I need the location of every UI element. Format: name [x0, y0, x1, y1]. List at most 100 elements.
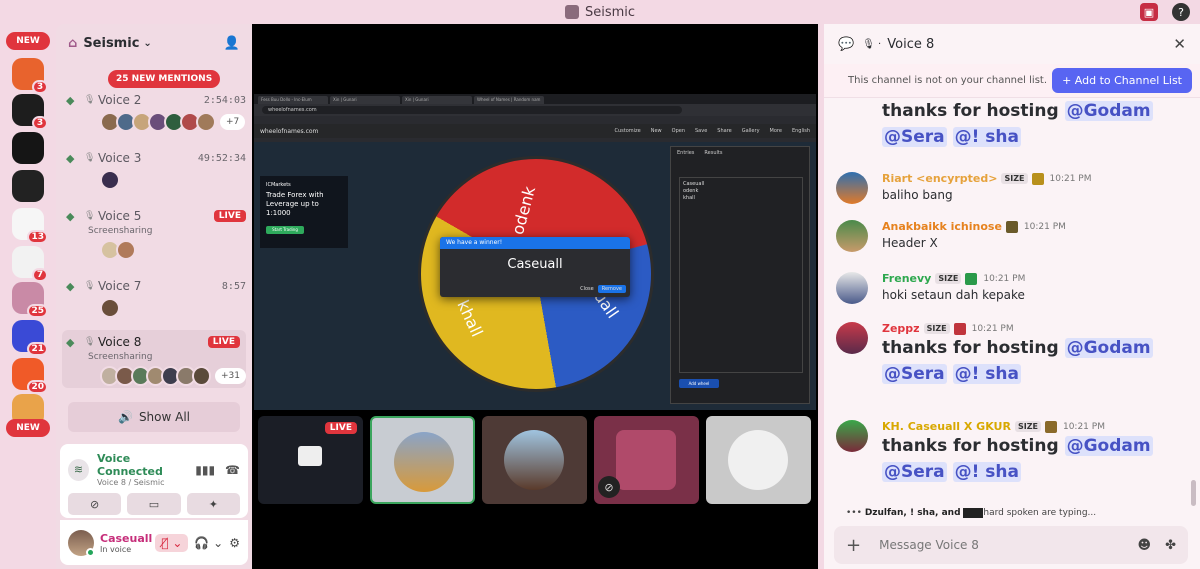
voice-channel-5[interactable]: ◆ 🎙 Voice 5 LIVE Screensharing: [66, 206, 246, 260]
menu-item: Gallery: [741, 128, 760, 134]
clock-logo-icon[interactable]: [12, 170, 44, 202]
remove-button: Remove: [597, 285, 626, 293]
message-author[interactable]: Frenevy: [882, 272, 931, 285]
soundboard-icon[interactable]: ▮▮▮: [195, 463, 215, 477]
mention[interactable]: @Sera: [882, 364, 947, 384]
message-input[interactable]: Message Voice 8: [879, 538, 979, 552]
p2-logo-icon[interactable]: 13: [12, 208, 48, 244]
voice-channel-2[interactable]: ◆ 🎙 Voice 2 2:54:03 +7: [66, 90, 246, 132]
browser-tab: Wheel of Names | Random nam: [474, 96, 544, 104]
ring-logo-icon[interactable]: [12, 132, 44, 164]
message-author[interactable]: KH. Caseuall X GKUR: [882, 420, 1011, 433]
participant-tile[interactable]: ⊘: [594, 416, 699, 504]
avatar[interactable]: [196, 112, 216, 132]
inbox-icon[interactable]: ▣: [1140, 3, 1158, 21]
orange-app-icon[interactable]: 3: [12, 58, 48, 94]
wheel-label: odenk: [508, 184, 540, 237]
show-all-button[interactable]: 🔊 Show All: [68, 402, 240, 432]
channel-name: Voice 3: [98, 151, 142, 165]
avatar[interactable]: [68, 529, 95, 557]
server-header[interactable]: ⌂ Seismic ⌄ 👤: [56, 24, 252, 62]
plus-icon[interactable]: +: [846, 535, 861, 556]
avatar[interactable]: [836, 172, 868, 204]
voice-channel-7[interactable]: ◆ 🎙 Voice 7 8:57: [66, 276, 246, 318]
mention[interactable]: @! sha: [952, 127, 1021, 147]
message-author[interactable]: Riart <encyrpted>: [882, 172, 997, 185]
new-badge-top[interactable]: NEW: [6, 32, 50, 50]
avatar: [728, 430, 788, 490]
gear-icon[interactable]: ⚙: [229, 536, 240, 550]
clan-tag: SIZE: [923, 323, 950, 334]
avatar[interactable]: [100, 170, 120, 190]
dark-logo-icon[interactable]: 3: [12, 94, 48, 130]
mention[interactable]: @Sera: [882, 127, 947, 147]
apps-icon[interactable]: ✤: [1165, 538, 1176, 553]
shared-screen[interactable]: Fess Buu Dollo - Inc-Elum Xin | Gunari X…: [254, 94, 816, 410]
add-to-channel-list-button[interactable]: + Add to Channel List: [1052, 68, 1192, 93]
mention[interactable]: @Sera: [882, 462, 947, 482]
activities-button[interactable]: ✦: [186, 493, 240, 515]
message-time: 10:21 PM: [983, 273, 1026, 284]
mention[interactable]: @Godam: [1064, 338, 1153, 358]
avatar[interactable]: [836, 220, 868, 252]
camera-off-button[interactable]: ⊘: [68, 493, 122, 515]
mention[interactable]: @! sha: [952, 364, 1021, 384]
headphones-icon[interactable]: 🎧 ⌄: [194, 536, 223, 550]
signal-icon[interactable]: ≋: [68, 458, 89, 481]
avatar[interactable]: [836, 322, 868, 354]
emoji-icon[interactable]: ☻: [1138, 538, 1152, 553]
mention[interactable]: @! sha: [952, 462, 1021, 482]
participant-tile[interactable]: [706, 416, 811, 504]
more-participants[interactable]: +31: [214, 368, 246, 384]
mic-muted-icon: ⊘: [598, 476, 620, 498]
voice-chat-panel: 💬 🎙 · Voice 8 ✕ This channel is not on y…: [824, 24, 1200, 569]
add-user-icon[interactable]: 👤: [224, 36, 240, 51]
avatar[interactable]: [836, 420, 868, 452]
role-badge-icon: [1005, 220, 1018, 233]
mention[interactable]: @Godam: [1064, 101, 1153, 121]
entries-panel: Entries Results Caseuall odenk khall Add…: [670, 146, 810, 404]
a-logo-icon[interactable]: 7: [12, 246, 48, 282]
participant-tile[interactable]: [482, 416, 587, 504]
avatar[interactable]: [836, 272, 868, 304]
clan-tag: SIZE: [1001, 173, 1028, 184]
voice-channel-3[interactable]: ◆ 🎙 Voice 3 49:52:34: [66, 148, 246, 190]
avatar[interactable]: [116, 240, 136, 260]
new-badge-bottom[interactable]: NEW: [6, 419, 50, 437]
seismic-server-icon[interactable]: 25: [12, 282, 48, 318]
message-author[interactable]: Anakbaikk ichinose: [882, 220, 1002, 233]
wheel-canvas: ICMarkets Trade Forex with Leverage up t…: [254, 142, 816, 410]
voice-location[interactable]: Voice 8 / Seismic: [97, 478, 195, 487]
username[interactable]: Caseuall: [100, 532, 152, 545]
help-icon[interactable]: ?: [1172, 3, 1190, 21]
mentions-badge[interactable]: 25 NEW MENTIONS: [108, 70, 221, 88]
participant-tile[interactable]: [370, 416, 475, 504]
mic-muted-button[interactable]: 🎙̸ ⌄: [155, 533, 189, 552]
blue-logo-icon[interactable]: 21: [12, 320, 48, 356]
mention[interactable]: @Godam: [1064, 436, 1153, 456]
disconnect-icon[interactable]: ☎: [225, 463, 240, 477]
avatar[interactable]: [100, 298, 120, 318]
ad-cta: Start Trading: [266, 226, 304, 234]
message-author[interactable]: Zeppz: [882, 322, 920, 335]
shield-icon: ◆: [66, 335, 75, 349]
bolt-logo-icon[interactable]: 20: [12, 358, 48, 394]
stream-thumbnail[interactable]: LIVE: [258, 416, 363, 504]
message-time: 10:21 PM: [1023, 221, 1066, 232]
avatar[interactable]: [191, 366, 211, 386]
participant-avatars: [100, 170, 246, 190]
close-icon[interactable]: ✕: [1173, 35, 1186, 53]
chat-scrollbar[interactable]: [1191, 480, 1196, 506]
more-participants[interactable]: +7: [220, 114, 246, 130]
message-text: hoki setaun dah kepake: [882, 288, 1025, 302]
mic-icon: 🎙: [84, 153, 96, 163]
role-badge-icon: [1044, 420, 1057, 433]
message-text: thanks for hosting @Godam @Sera @! sha: [882, 98, 1192, 150]
url-bar: wheelofnames.com: [254, 104, 816, 116]
winner-title: We have a winner!: [440, 237, 630, 249]
mic-icon: 🎙: [84, 337, 96, 347]
text-run: [947, 364, 953, 384]
screenshare-button[interactable]: ▭: [127, 493, 181, 515]
voice-channel-8[interactable]: ◆ 🎙 Voice 8 LIVE Screensharing +31: [62, 330, 246, 388]
channel-sidebar: ⌂ Seismic ⌄ 👤 25 NEW MENTIONS ◆ 🎙 Voice 22…: [56, 24, 252, 569]
